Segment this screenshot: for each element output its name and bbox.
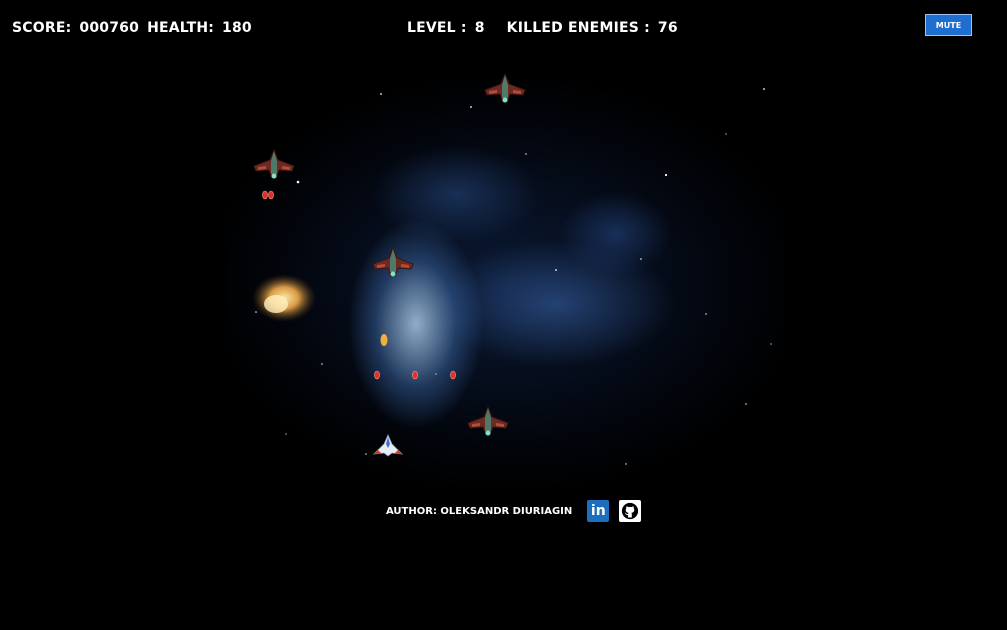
enemy-bullet <box>268 190 274 200</box>
killed-enemies-value: 76 <box>657 20 678 36</box>
enemy-ship <box>372 247 414 277</box>
enemy-bullet <box>450 370 456 380</box>
hud-center: LEVEL : 8 KILLED ENEMIES : 76 <box>407 20 678 36</box>
killed-enemies-label: KILLED ENEMIES : <box>506 20 650 36</box>
health-label: HEALTH: <box>147 20 215 36</box>
enemy-ship <box>484 74 526 103</box>
enemy-ship <box>467 406 509 436</box>
linkedin-icon[interactable]: in <box>587 500 610 522</box>
explosion <box>252 274 316 322</box>
game-canvas[interactable] <box>226 74 784 492</box>
enemy-bullet <box>374 370 380 380</box>
enemy-bullet <box>262 190 268 200</box>
enemy-bullet <box>412 370 418 380</box>
level-label: LEVEL : <box>407 20 467 36</box>
health-value: 180 <box>222 20 252 36</box>
game-scene <box>252 74 772 465</box>
mute-button[interactable]: MUTE <box>925 14 972 36</box>
player-ship <box>372 434 404 457</box>
level-value: 8 <box>474 20 485 36</box>
footer: AUTHOR: OLEKSANDR DIURIAGIN in <box>386 500 642 522</box>
player-bullet <box>380 334 388 346</box>
enemy-ship <box>253 149 295 179</box>
github-icon[interactable] <box>619 500 642 522</box>
score-label: SCORE: <box>12 20 72 36</box>
hud-left: SCORE: 000760 HEALTH: 180 <box>12 20 252 36</box>
author-credit: AUTHOR: OLEKSANDR DIURIAGIN <box>386 505 573 517</box>
score-value: 000760 <box>79 20 140 36</box>
